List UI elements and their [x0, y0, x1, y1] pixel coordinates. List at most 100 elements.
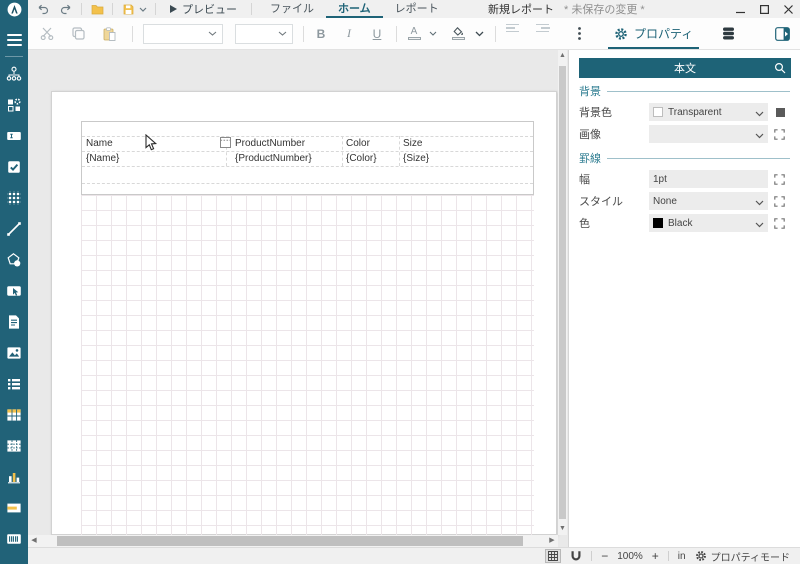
- font-size-select[interactable]: [235, 24, 293, 44]
- report-table[interactable]: Name ProductNumber Color Size {Name} {Pr…: [81, 121, 534, 195]
- scroll-up-arrow-icon[interactable]: ▲: [558, 50, 567, 62]
- font-color-button[interactable]: A: [405, 22, 423, 46]
- search-icon[interactable]: [774, 62, 786, 77]
- align-center-button[interactable]: [536, 22, 554, 46]
- border-style-dropdown[interactable]: None: [649, 192, 768, 210]
- divider: [251, 3, 252, 15]
- expand-editor-button[interactable]: [774, 174, 785, 185]
- toolbox-layout-icon[interactable]: [6, 97, 22, 113]
- scroll-down-arrow-icon[interactable]: ▼: [558, 523, 567, 535]
- open-file-icon[interactable]: [88, 0, 106, 18]
- fill-color-chevron-icon[interactable]: [473, 22, 485, 46]
- toggle-grid-button[interactable]: [545, 549, 561, 563]
- toolbox-barcode-icon[interactable]: [6, 531, 22, 547]
- vertical-scrollbar[interactable]: ▲ ▼: [558, 50, 567, 535]
- table-row-line: [82, 183, 533, 184]
- save-options-chevron-icon[interactable]: [137, 0, 149, 18]
- background-color-dropdown[interactable]: Transparent: [649, 103, 768, 121]
- horizontal-scroll-thumb[interactable]: [57, 536, 523, 546]
- section-border-label: 罫線: [579, 150, 601, 166]
- expand-editor-button[interactable]: [774, 196, 785, 207]
- menu-tab-file[interactable]: ファイル: [258, 0, 326, 18]
- save-button[interactable]: [119, 0, 137, 18]
- snap-to-grid-button[interactable]: [570, 550, 582, 562]
- border-color-dropdown[interactable]: Black: [649, 214, 768, 232]
- table-header-cell[interactable]: Color: [346, 138, 370, 149]
- property-value: Black: [668, 218, 692, 229]
- undo-button[interactable]: [34, 0, 52, 18]
- unit-selector[interactable]: in: [678, 551, 686, 562]
- toolbox-textbox-icon[interactable]: [6, 128, 22, 144]
- selected-element-dropdown[interactable]: 本文: [579, 58, 791, 78]
- tab-data[interactable]: [719, 22, 737, 46]
- copy-button[interactable]: [69, 22, 87, 46]
- toolbox-image-icon[interactable]: [6, 345, 22, 361]
- font-color-chevron-icon[interactable]: [427, 22, 439, 46]
- section-rule: [607, 158, 790, 159]
- vertical-scroll-thumb[interactable]: [559, 66, 566, 519]
- divider: [396, 26, 397, 42]
- underline-button[interactable]: U: [368, 22, 386, 46]
- horizontal-scrollbar[interactable]: ◀ ▶: [28, 535, 558, 547]
- close-button[interactable]: [776, 0, 800, 18]
- menu-hamburger-button[interactable]: [7, 31, 22, 49]
- menu-tab-report[interactable]: レポート: [383, 0, 451, 18]
- border-width-input[interactable]: 1pt: [649, 170, 768, 188]
- scroll-left-arrow-icon[interactable]: ◀: [28, 535, 40, 547]
- italic-button[interactable]: I: [340, 22, 358, 46]
- zoom-out-button[interactable]: −: [601, 549, 608, 563]
- cut-button[interactable]: [38, 22, 56, 46]
- chevron-down-icon: [755, 131, 764, 142]
- toolbox-chart-icon[interactable]: [6, 469, 22, 485]
- table-header-cell[interactable]: Size: [403, 138, 422, 149]
- divider: [81, 3, 82, 15]
- expand-editor-button[interactable]: [774, 218, 785, 229]
- font-family-select[interactable]: [143, 24, 223, 44]
- table-data-cell[interactable]: {Name}: [86, 153, 119, 164]
- database-icon: [722, 27, 735, 40]
- toolbox-checkbox-icon[interactable]: [6, 159, 22, 175]
- fill-mode-button[interactable]: [776, 108, 785, 117]
- design-canvas[interactable]: Name ProductNumber Color Size {Name} {Pr…: [28, 50, 568, 547]
- toolbox-richtext-icon[interactable]: [6, 314, 22, 330]
- toolbox-select-icon[interactable]: [6, 283, 22, 299]
- align-left-button[interactable]: [506, 22, 524, 46]
- toolbox-shape-icon[interactable]: [6, 252, 22, 268]
- expand-editor-button[interactable]: [774, 129, 785, 140]
- toolbox-tablix-icon[interactable]: [6, 190, 22, 206]
- background-image-dropdown[interactable]: [649, 125, 768, 143]
- collapse-panel-button[interactable]: [775, 27, 790, 41]
- paste-button[interactable]: [100, 22, 118, 46]
- table-data-cell[interactable]: {ProductNumber}: [235, 153, 312, 164]
- scroll-right-arrow-icon[interactable]: ▶: [546, 535, 558, 547]
- toolbox-hierarchy-icon[interactable]: [6, 66, 22, 82]
- font-color-letter: A: [411, 27, 418, 36]
- redo-button[interactable]: [57, 0, 75, 18]
- table-select-handle-icon[interactable]: [220, 137, 231, 151]
- menu-tab-home[interactable]: ホーム: [326, 0, 383, 18]
- more-options-button[interactable]: [570, 22, 588, 46]
- toolbox-line-icon[interactable]: [6, 221, 22, 237]
- selected-element-label: 本文: [674, 60, 696, 76]
- report-page[interactable]: Name ProductNumber Color Size {Name} {Pr…: [51, 91, 557, 535]
- maximize-button[interactable]: [752, 0, 776, 18]
- toolbox-matrix-icon[interactable]: [6, 438, 22, 454]
- zoom-in-button[interactable]: +: [652, 549, 659, 563]
- toolbox-table-icon[interactable]: [6, 407, 22, 423]
- preview-label: プレビュー: [182, 1, 237, 17]
- chevron-down-icon: [755, 109, 764, 120]
- property-mode-button[interactable]: プロパティモード: [695, 549, 790, 564]
- table-header-cell[interactable]: Name: [86, 138, 113, 149]
- design-grid[interactable]: [81, 195, 534, 536]
- table-header-cell[interactable]: ProductNumber: [235, 138, 305, 149]
- table-data-cell[interactable]: {Color}: [346, 153, 377, 164]
- table-data-cell[interactable]: {Size}: [403, 153, 429, 164]
- tab-properties[interactable]: プロパティ: [604, 18, 703, 49]
- minimize-button[interactable]: [728, 0, 752, 18]
- toolbox-sparkline-icon[interactable]: [6, 500, 22, 516]
- fill-color-button[interactable]: [449, 22, 467, 46]
- preview-button[interactable]: プレビュー: [162, 1, 245, 17]
- toolbox-list-icon[interactable]: [6, 376, 22, 392]
- home-ribbon-toolbar: B I U A: [28, 18, 800, 50]
- bold-button[interactable]: B: [312, 22, 330, 46]
